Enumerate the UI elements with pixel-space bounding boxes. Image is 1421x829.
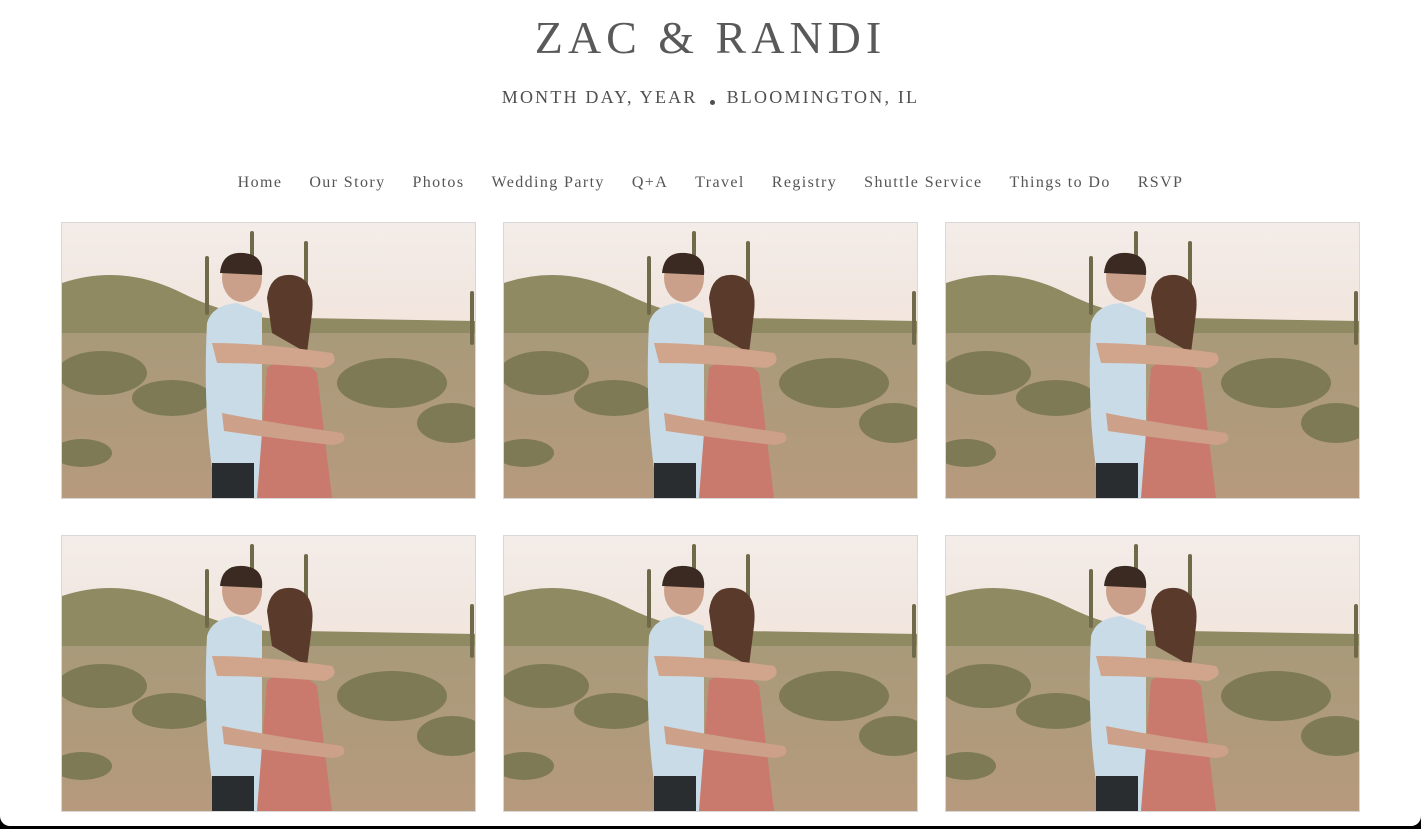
gallery-photo[interactable] [945,222,1360,499]
nav-wedding-party[interactable]: Wedding Party [491,173,604,193]
site-title: ZAC & RANDI [534,12,887,63]
nav-our-story[interactable]: Our Story [309,173,385,193]
nav-shuttle-service[interactable]: Shuttle Service [864,173,982,193]
nav-photos[interactable]: Photos [412,173,464,193]
nav-travel[interactable]: Travel [695,173,745,193]
photo-gallery [61,222,1360,812]
nav-qa[interactable]: Q+A [632,173,668,193]
event-location: BLOOMINGTON, IL [726,87,920,107]
gallery-photo[interactable] [503,222,918,499]
event-subtitle: MONTH DAY, YEAR BLOOMINGTON, IL [0,86,1421,108]
nav-registry[interactable]: Registry [772,173,837,193]
event-date: MONTH DAY, YEAR [501,87,698,107]
gallery-photo[interactable] [61,222,476,499]
gallery-photo[interactable] [945,535,1360,812]
page: ZAC & RANDI MONTH DAY, YEAR BLOOMINGTON, … [0,0,1421,826]
separator-dot [709,100,715,105]
nav-things-to-do[interactable]: Things to Do [1009,173,1110,193]
main-nav: Home Our Story Photos Wedding Party Q+A … [0,173,1421,193]
gallery-photo[interactable] [61,535,476,812]
nav-home[interactable]: Home [238,173,283,193]
gallery-photo[interactable] [503,535,918,812]
nav-rsvp[interactable]: RSVP [1138,173,1184,193]
